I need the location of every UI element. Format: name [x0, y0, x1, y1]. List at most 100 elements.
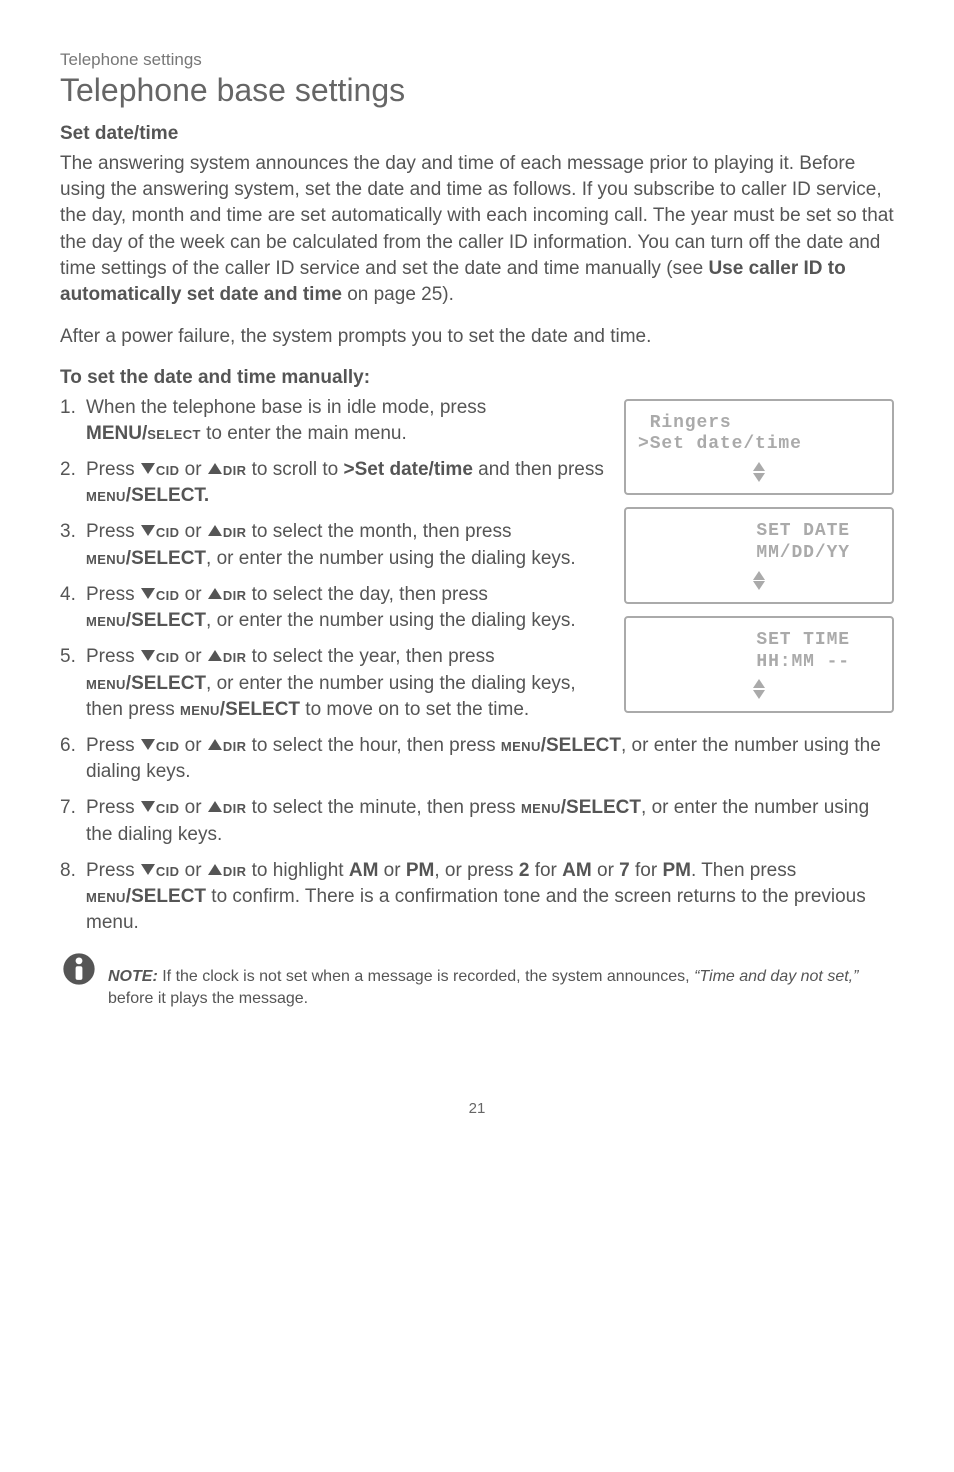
lcd2-arrows: [638, 565, 880, 593]
section-heading: Set date/time: [60, 123, 894, 145]
step-text: Press: [86, 735, 140, 756]
arrow-up-icon: [208, 463, 222, 474]
step-4: 4. Press cid or dir to select the day, t…: [60, 582, 604, 634]
arrow-down-icon: [141, 864, 155, 875]
step-text: ,: [206, 610, 217, 631]
step-text: to enter the main menu.: [201, 423, 407, 444]
step-text: Press: [86, 521, 140, 542]
step-number: 4.: [60, 582, 86, 634]
dir-label: dir: [223, 735, 247, 756]
step-text: to select the minute, then press: [246, 797, 521, 818]
lcd-screen-1: Ringers >Set date/time: [624, 399, 894, 496]
step-text: ,: [206, 548, 217, 569]
arrow-down-icon: [141, 650, 155, 661]
step-number: 8.: [60, 858, 86, 937]
lcd2-line1: SET DATE: [638, 521, 880, 543]
arrow-down-icon: [141, 525, 155, 536]
step-1: 1. When the telephone base is in idle mo…: [60, 395, 604, 447]
select-label: /SELECT.: [126, 485, 209, 506]
dir-label: dir: [223, 797, 247, 818]
arrow-down-icon: [141, 739, 155, 750]
step-text: for: [630, 860, 663, 881]
step-text: or: [179, 735, 206, 756]
lcd-up-icon: [753, 571, 765, 580]
step-text: or: [378, 860, 405, 881]
am-label: AM: [349, 860, 379, 881]
menu-sc: menu: [86, 886, 126, 907]
cid-label: cid: [156, 797, 180, 818]
step-text: to move on to set the time.: [300, 699, 529, 720]
step-text: or: [592, 860, 619, 881]
select-label: /SELECT: [126, 673, 206, 694]
after-power-paragraph: After a power failure, the system prompt…: [60, 324, 894, 350]
step-number: 1.: [60, 395, 86, 447]
arrow-down-icon: [141, 588, 155, 599]
lcd3-line2: HH:MM --: [638, 652, 880, 674]
step-text: . Then press: [691, 860, 796, 881]
lcd-area: Ringers >Set date/time SET DATE MM/DD/YY…: [624, 399, 894, 725]
menu-sc: menu: [86, 610, 126, 631]
cid-label: cid: [156, 735, 180, 756]
cid-label: cid: [156, 646, 180, 667]
dir-label: dir: [223, 584, 247, 605]
menu-sc: menu: [86, 548, 126, 569]
lcd-up-icon: [753, 462, 765, 471]
arrow-up-icon: [208, 864, 222, 875]
step-text: to scroll to: [246, 459, 343, 480]
select-label: /SELECT: [126, 610, 206, 631]
arrow-down-icon: [141, 463, 155, 474]
step-3: 3. Press cid or dir to select the month,…: [60, 519, 604, 571]
breadcrumb: Telephone settings: [60, 50, 894, 70]
arrow-up-icon: [208, 525, 222, 536]
key-7: 7: [619, 860, 630, 881]
note-body-2: before it plays the message.: [108, 990, 308, 1007]
lcd3-line1: SET TIME: [638, 630, 880, 652]
lcd-down-icon: [753, 690, 765, 699]
menu-sc: menu: [521, 797, 561, 818]
cid-label: cid: [156, 584, 180, 605]
step-text: ,: [621, 735, 632, 756]
step-text: ,: [206, 673, 217, 694]
note-block: NOTE: If the clock is not set when a mes…: [60, 966, 894, 1009]
am-label: AM: [562, 860, 592, 881]
step-text: Press: [86, 860, 140, 881]
pm-label: PM: [406, 860, 435, 881]
step-number: 5.: [60, 644, 86, 723]
step-text: to select the month, then press: [246, 521, 511, 542]
dir-label: dir: [223, 860, 247, 881]
select-label: select: [147, 423, 201, 444]
step-text: Press: [86, 797, 140, 818]
page-number: 21: [60, 1100, 894, 1117]
note-quote: “Time and day not set,”: [694, 968, 858, 985]
menu-item: >Set date/time: [344, 459, 473, 480]
step-6: 6. Press cid or dir to select the hour, …: [60, 733, 894, 785]
select-label: /SELECT: [126, 548, 206, 569]
cid-label: cid: [156, 860, 180, 881]
intro-text-2: on page 25).: [342, 284, 454, 305]
lcd2-line2: MM/DD/YY: [638, 543, 880, 565]
step-text: to select the day, then press: [246, 584, 488, 605]
arrow-down-icon: [141, 801, 155, 812]
lcd3-arrows: [638, 673, 880, 701]
note-label: NOTE:: [108, 968, 158, 985]
note-body-1: If the clock is not set when a message i…: [158, 968, 694, 985]
menu-sc: menu: [86, 673, 126, 694]
step-text: to select the hour, then press: [246, 735, 501, 756]
step-text: for: [529, 860, 562, 881]
step-text: or: [179, 521, 206, 542]
step-text: When the telephone base is in idle mode,…: [86, 397, 486, 418]
arrow-up-icon: [208, 739, 222, 750]
select-label: /SELECT: [126, 886, 206, 907]
step-text: and then press: [473, 459, 604, 480]
step-7: 7. Press cid or dir to select the minute…: [60, 795, 894, 847]
step-text: Press: [86, 646, 140, 667]
step-text: or: [179, 584, 206, 605]
pm-label: PM: [662, 860, 691, 881]
select-label: /SELECT: [541, 735, 621, 756]
menu-sc: menu: [86, 485, 126, 506]
step-text: or: [179, 860, 206, 881]
menu-label: MENU/: [86, 423, 147, 444]
sub-heading: To set the date and time manually:: [60, 367, 894, 389]
step-text: or: [179, 459, 206, 480]
select-label: /SELECT: [561, 797, 641, 818]
